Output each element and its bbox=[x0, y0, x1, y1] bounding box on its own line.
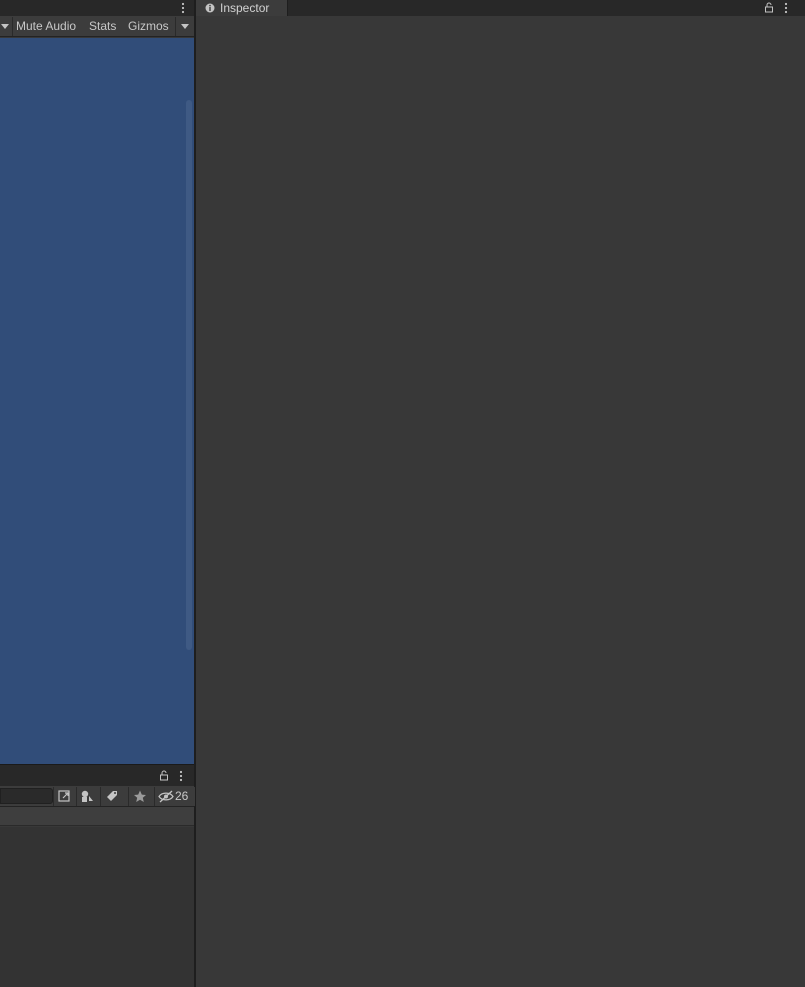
hierarchy-header-row bbox=[0, 807, 194, 826]
filter-by-label-button[interactable] bbox=[100, 787, 123, 806]
filter-by-type-button[interactable] bbox=[76, 787, 99, 806]
hierarchy-content-area[interactable] bbox=[0, 827, 194, 987]
favorites-button[interactable] bbox=[128, 787, 151, 806]
dropdown-caret-icon bbox=[181, 24, 189, 29]
inspector-tabbar: Inspector bbox=[196, 0, 805, 16]
more-options-icon[interactable] bbox=[178, 769, 184, 783]
game-view-tabbar bbox=[0, 0, 194, 16]
scene-visibility-button[interactable] bbox=[53, 787, 76, 806]
filter-by-label-icon bbox=[107, 791, 117, 801]
search-input[interactable] bbox=[0, 788, 53, 804]
game-more-options-icon[interactable] bbox=[180, 1, 186, 15]
gizmos-dropdown-button[interactable] bbox=[175, 17, 195, 36]
inspector-content-area bbox=[196, 16, 805, 987]
favorite-star-icon bbox=[134, 790, 146, 802]
game-view-toolbar: Mute Audio Stats Gizmos bbox=[0, 16, 195, 37]
inspector-more-options-icon[interactable] bbox=[783, 1, 789, 15]
lock-icon[interactable] bbox=[159, 770, 169, 781]
tab-inspector[interactable]: Inspector bbox=[196, 0, 288, 16]
game-view-scrollbar[interactable] bbox=[186, 100, 192, 650]
dropdown-caret-icon bbox=[1, 24, 9, 29]
inspector-tab-label: Inspector bbox=[220, 1, 270, 15]
aspect-dropdown-button[interactable] bbox=[0, 17, 13, 36]
hidden-objects-count: 26 bbox=[175, 789, 189, 803]
filter-by-type-icon bbox=[81, 790, 93, 802]
hidden-objects-eye-icon bbox=[158, 790, 174, 803]
gizmos-button[interactable]: Gizmos bbox=[125, 17, 181, 36]
game-view-render-area[interactable] bbox=[0, 38, 194, 764]
hierarchy-tabbar bbox=[0, 764, 194, 786]
info-icon bbox=[205, 3, 215, 13]
hierarchy-toolbar: 26 bbox=[0, 786, 195, 807]
scene-visibility-icon bbox=[58, 790, 70, 802]
hidden-objects-toggle[interactable]: 26 bbox=[154, 787, 195, 806]
inspector-lock-icon[interactable] bbox=[764, 2, 774, 13]
mute-audio-button[interactable]: Mute Audio bbox=[13, 17, 92, 36]
